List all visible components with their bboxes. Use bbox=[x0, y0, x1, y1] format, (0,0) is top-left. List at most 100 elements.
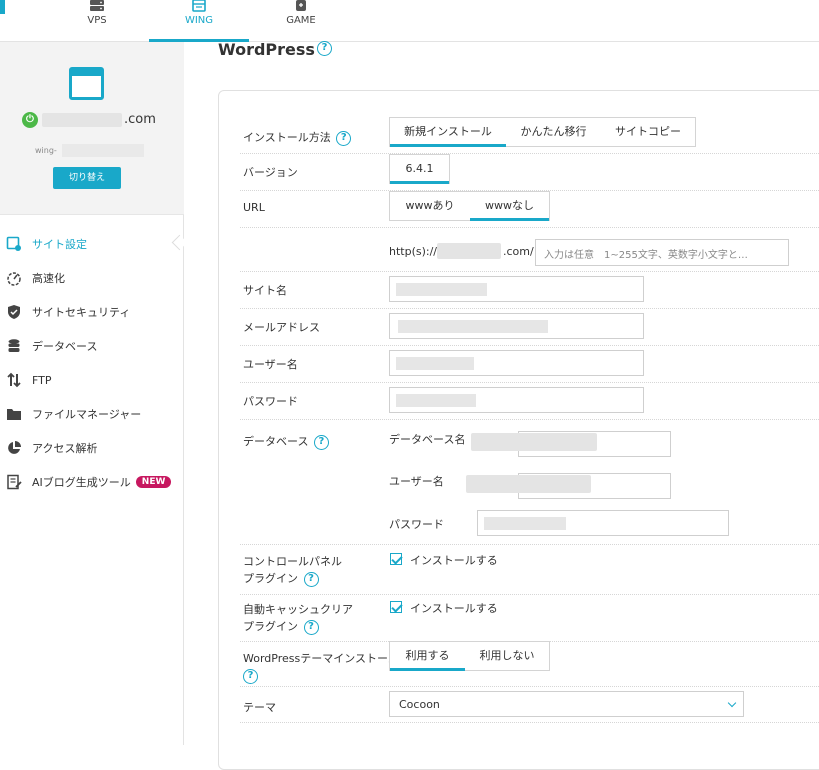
option-site-copy[interactable]: サイトコピー bbox=[601, 118, 695, 146]
ac-label-line2: プラグイン bbox=[243, 620, 298, 633]
url-domain-redacted bbox=[437, 243, 501, 259]
sidebar-item-ftp[interactable]: FTP bbox=[0, 363, 184, 397]
wing-icon bbox=[192, 0, 206, 12]
server-icon bbox=[90, 0, 104, 11]
url-label: URL bbox=[243, 201, 265, 214]
help-icon[interactable]: ? bbox=[303, 619, 319, 635]
database-label-text: データベース bbox=[243, 435, 309, 448]
auto-cache-plugin-checkbox[interactable] bbox=[390, 601, 402, 613]
domain-redacted bbox=[42, 113, 122, 127]
sidebar-item-file-manager[interactable]: ファイルマネージャー bbox=[0, 397, 184, 431]
db-password-redacted bbox=[484, 517, 566, 530]
help-icon[interactable]: ? bbox=[313, 434, 329, 450]
gamepad-icon bbox=[296, 0, 306, 11]
version-select[interactable]: 6.4.1 bbox=[389, 154, 450, 184]
help-icon[interactable]: ? bbox=[243, 668, 258, 684]
tab-wing-label: WING bbox=[184, 15, 214, 26]
username-input[interactable] bbox=[389, 350, 644, 376]
page-title: WordPress bbox=[218, 40, 315, 59]
help-icon[interactable]: ? bbox=[317, 41, 332, 56]
db-password-input[interactable] bbox=[477, 510, 729, 536]
password-redacted bbox=[396, 394, 476, 407]
option-with-www[interactable]: wwwあり bbox=[390, 192, 470, 220]
sidebar-item-database[interactable]: データベース bbox=[0, 329, 184, 363]
db-name-redacted bbox=[471, 433, 597, 451]
sidebar-item-label: 高速化 bbox=[32, 272, 65, 285]
option-without-www[interactable]: wwwなし bbox=[470, 192, 549, 221]
url-www-segment: wwwあり wwwなし bbox=[389, 191, 550, 221]
folder-icon bbox=[7, 409, 21, 420]
browser-window-icon bbox=[69, 67, 104, 100]
new-badge: NEW bbox=[135, 476, 172, 488]
sidebar-item-speed[interactable]: 高速化 bbox=[0, 261, 184, 295]
option-use-theme[interactable]: 利用する bbox=[390, 642, 465, 671]
switch-button[interactable]: 切り替え bbox=[53, 167, 121, 189]
sidebar: ⏻ .com wing- 切り替え サイト設定 高速化 サイトセキュリティ デー… bbox=[0, 42, 184, 745]
theme-select-value: Cocoon bbox=[399, 698, 440, 711]
url-path-placeholder: 入力は任意 1~255文字、英数字小文字と… bbox=[544, 250, 748, 261]
sidebar-item-label: サイトセキュリティ bbox=[32, 306, 131, 319]
db-name-label: データベース名 bbox=[389, 433, 466, 446]
password-input[interactable] bbox=[389, 387, 644, 413]
auto-cache-plugin-label: 自動キャッシュクリア プラグイン ? bbox=[243, 601, 353, 635]
username-redacted bbox=[396, 357, 474, 370]
email-input[interactable] bbox=[389, 313, 644, 339]
auto-cache-plugin-check-label: インストールする bbox=[410, 602, 498, 615]
tab-game-label: GAME bbox=[286, 15, 316, 26]
accent-bar bbox=[0, 0, 5, 14]
url-suffix: .com/ bbox=[503, 245, 534, 258]
site-card: ⏻ .com wing- 切り替え bbox=[0, 42, 184, 215]
site-name-input[interactable] bbox=[389, 276, 644, 302]
install-method-label-text: インストール方法 bbox=[243, 131, 331, 144]
power-status-icon: ⏻ bbox=[22, 112, 38, 128]
chevron-down-icon bbox=[727, 698, 737, 708]
sidebar-item-label: AIブログ生成ツール bbox=[32, 476, 131, 489]
email-redacted bbox=[398, 320, 548, 333]
password-label: パスワード bbox=[243, 395, 298, 408]
database-icon bbox=[8, 339, 20, 352]
cp-label-line2: プラグイン bbox=[243, 572, 298, 585]
cp-label-line1: コントロールパネル bbox=[243, 555, 342, 568]
sidebar-item-label: FTP bbox=[32, 373, 52, 387]
theme-label: テーマ bbox=[243, 701, 276, 714]
site-settings-icon bbox=[6, 236, 21, 251]
option-easy-migration[interactable]: かんたん移行 bbox=[506, 118, 601, 146]
site-name-redacted bbox=[396, 283, 487, 296]
help-icon[interactable]: ? bbox=[336, 130, 352, 146]
sidebar-item-analytics[interactable]: アクセス解析 bbox=[0, 431, 184, 465]
form-row-version bbox=[240, 154, 819, 191]
theme-select[interactable]: Cocoon bbox=[389, 691, 744, 717]
control-panel-plugin-checkbox[interactable] bbox=[390, 553, 402, 565]
sidebar-item-ai-blog[interactable]: AIブログ生成ツール NEW bbox=[0, 465, 184, 499]
top-navigation: VPS WING GAME bbox=[0, 0, 819, 42]
db-user-redacted bbox=[466, 475, 591, 493]
tab-vps[interactable]: VPS bbox=[47, 0, 147, 42]
control-panel-plugin-label: コントロールパネル プラグイン ? bbox=[243, 553, 342, 587]
sidebar-item-label: アクセス解析 bbox=[32, 442, 98, 455]
tab-vps-label: VPS bbox=[87, 15, 107, 26]
email-label: メールアドレス bbox=[243, 321, 320, 334]
sidebar-menu: サイト設定 高速化 サイトセキュリティ データベース FTP ファイルマネージャ… bbox=[0, 227, 184, 499]
ftp-icon bbox=[7, 372, 21, 388]
help-icon[interactable]: ? bbox=[303, 571, 319, 587]
tab-wing[interactable]: WING bbox=[149, 0, 249, 42]
url-path-input[interactable]: 入力は任意 1~255文字、英数字小文字と… bbox=[535, 239, 789, 266]
pie-chart-icon bbox=[8, 441, 21, 454]
theme-install-label: WordPressテーマインストール ? bbox=[243, 650, 399, 684]
version-value: 6.4.1 bbox=[390, 155, 449, 184]
site-name-label: サイト名 bbox=[243, 284, 287, 297]
option-new-install[interactable]: 新規インストール bbox=[390, 118, 506, 147]
ac-label-line1: 自動キャッシュクリア bbox=[243, 603, 353, 616]
control-panel-plugin-check-label: インストールする bbox=[410, 554, 498, 567]
db-password-label: パスワード bbox=[389, 518, 444, 531]
domain-suffix: .com bbox=[124, 112, 156, 127]
tab-game[interactable]: GAME bbox=[251, 0, 351, 42]
theme-install-segment: 利用する 利用しない bbox=[389, 641, 550, 671]
theme-install-label-text: WordPressテーマインストール bbox=[243, 652, 400, 665]
sidebar-item-site-settings[interactable]: サイト設定 bbox=[0, 227, 184, 261]
install-method-label: インストール方法 ? bbox=[243, 129, 352, 146]
shield-icon bbox=[8, 305, 20, 319]
sidebar-item-security[interactable]: サイトセキュリティ bbox=[0, 295, 184, 329]
speed-icon bbox=[7, 272, 21, 286]
option-no-theme[interactable]: 利用しない bbox=[465, 642, 549, 670]
